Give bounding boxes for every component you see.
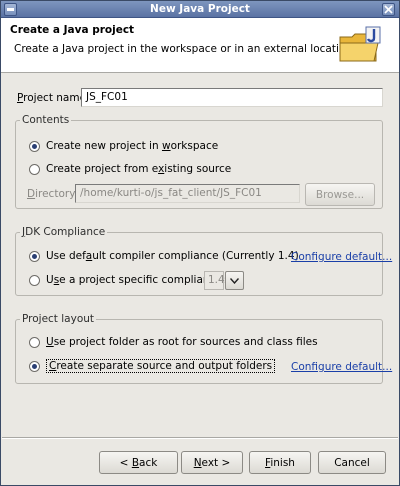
java-project-folder-icon (339, 26, 381, 62)
jdk-compliance-group-label: JDK Compliance (20, 226, 108, 238)
use-specific-compliance-label: Use a project specific compliance: (46, 274, 226, 286)
wizard-description: Create a Java project in the workspace o… (14, 43, 356, 55)
project-layout-group: Project layout (15, 313, 383, 384)
use-project-folder-label: Use project folder as root for sources a… (46, 336, 318, 348)
next-button[interactable]: Next > (181, 451, 243, 474)
directory-label: Directory: (27, 188, 79, 200)
create-from-existing-radio[interactable] (29, 163, 40, 175)
compliance-level-select[interactable]: 1.4 (204, 271, 244, 290)
project-name-input[interactable]: JS_FC01 (81, 88, 383, 107)
layout-configure-default-link[interactable]: Configure default... (291, 361, 392, 373)
project-name-label: Project name: (17, 92, 90, 104)
jdk-compliance-group: JDK Compliance (15, 226, 383, 296)
use-project-folder-option[interactable]: Use project folder as root for sources a… (29, 336, 318, 348)
window-title: New Java Project (150, 3, 250, 15)
create-separate-folders-option[interactable]: Create separate source and output folder… (29, 359, 276, 373)
use-specific-compliance-radio[interactable] (29, 274, 40, 286)
use-default-compliance-label: Use default compiler compliance (Current… (46, 250, 299, 262)
use-specific-compliance-option[interactable]: Use a project specific compliance: (29, 274, 225, 286)
create-in-workspace-label: Create new project in workspace (46, 140, 219, 152)
close-button[interactable] (382, 3, 395, 16)
use-default-compliance-radio[interactable] (29, 250, 40, 262)
new-java-project-dialog: New Java Project Create a Java project C… (0, 0, 400, 486)
wizard-title: Create a Java project (10, 24, 135, 36)
use-project-folder-radio[interactable] (29, 336, 40, 348)
button-bar-separator (2, 437, 398, 439)
create-in-workspace-option[interactable]: Create new project in workspace (29, 140, 218, 152)
finish-button[interactable]: Finish (249, 451, 311, 474)
create-separate-folders-radio[interactable] (29, 360, 40, 372)
compliance-level-value: 1.4 (204, 271, 225, 290)
cancel-button[interactable]: Cancel (318, 451, 386, 474)
browse-button[interactable]: Browse... (305, 183, 375, 206)
close-icon (384, 5, 393, 14)
create-separate-folders-label: Create separate source and output folder… (46, 359, 276, 373)
create-from-existing-option[interactable]: Create project from existing source (29, 163, 231, 175)
project-layout-group-label: Project layout (20, 313, 97, 325)
compliance-dropdown-button[interactable] (225, 271, 244, 290)
use-default-compliance-option[interactable]: Use default compiler compliance (Current… (29, 250, 299, 262)
back-button[interactable]: < Back (99, 451, 178, 474)
contents-group-label: Contents (20, 114, 72, 126)
title-bar[interactable]: New Java Project (1, 1, 399, 18)
directory-input[interactable]: /home/kurti-o/js_fat_client/JS_FC01 (75, 184, 300, 203)
wizard-header: Create a Java project Create a Java proj… (1, 18, 399, 73)
create-from-existing-label: Create project from existing source (46, 163, 232, 175)
jdk-configure-default-link[interactable]: Configure default... (291, 251, 392, 263)
create-in-workspace-radio[interactable] (29, 140, 40, 152)
chevron-down-icon (230, 277, 239, 284)
